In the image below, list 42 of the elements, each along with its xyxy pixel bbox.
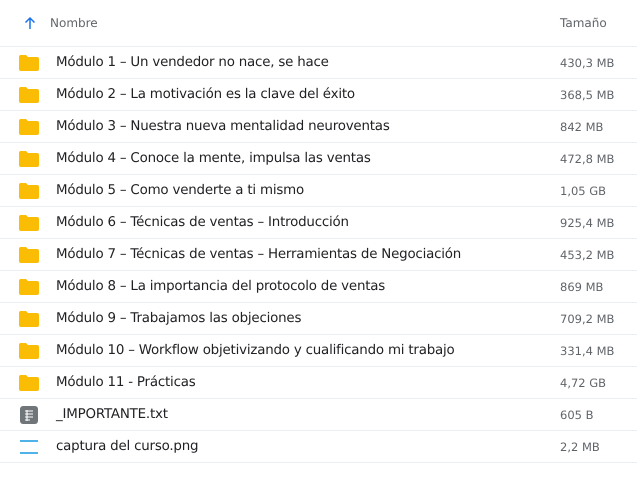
folder-icon: [19, 150, 39, 166]
file-name[interactable]: Módulo 3 – Nuestra nueva mentalidad neuroventas: [56, 119, 560, 134]
file-size: 430,3 MB: [560, 56, 616, 70]
file-name[interactable]: Módulo 7 – Técnicas de ventas – Herramientas de Negociación: [56, 247, 560, 262]
image-file-icon: [19, 440, 39, 454]
file-name[interactable]: Módulo 8 – La importancia del protocolo de ventas: [56, 279, 560, 294]
folder-icon: [19, 374, 39, 390]
text-file-icon: [19, 406, 39, 424]
file-name[interactable]: Módulo 4 – Conoce la mente, impulsa las ventas: [56, 151, 560, 166]
file-name[interactable]: Módulo 1 – Un vendedor no nace, se hace: [56, 55, 560, 70]
file-name[interactable]: Módulo 10 – Workflow objetivizando y cualificando mi trabajo: [56, 343, 560, 358]
file-size: 472,8 MB: [560, 152, 616, 166]
file-name[interactable]: Módulo 2 – La motivación es la clave del éxito: [56, 87, 560, 102]
file-name[interactable]: Módulo 5 – Como venderte a ti mismo: [56, 183, 560, 198]
file-size: 4,72 GB: [560, 376, 608, 390]
file-name[interactable]: _IMPORTANTE.txt: [56, 407, 560, 422]
file-size: 869 MB: [560, 280, 604, 294]
folder-icon: [19, 86, 39, 102]
folder-icon: [19, 214, 39, 230]
folder-icon: [19, 54, 39, 70]
folder-icon: [19, 278, 39, 294]
folder-icon: [19, 310, 39, 326]
folder-icon: [19, 118, 39, 134]
column-header[interactable]: Nombre: [50, 16, 560, 30]
sort-arrow-icon[interactable]: [24, 16, 36, 30]
file-name[interactable]: Módulo 11 - Prácticas: [56, 375, 560, 390]
file-size: 1,05 GB: [560, 184, 608, 198]
file-size: 2,2 MB: [560, 440, 601, 454]
column-header[interactable]: Tamaño: [560, 16, 637, 30]
file-name[interactable]: Módulo 9 – Trabajamos las objeciones: [56, 311, 560, 326]
file-size: 605 B: [560, 408, 594, 422]
folder-icon: [19, 342, 39, 358]
file-size: 709,2 MB: [560, 312, 616, 326]
file-size: 453,2 MB: [560, 248, 616, 262]
file-name[interactable]: captura del curso.png: [56, 439, 560, 454]
file-size: 842 MB: [560, 120, 604, 134]
file-name[interactable]: Módulo 6 – Técnicas de ventas – Introducción: [56, 215, 560, 230]
folder-icon: [19, 246, 39, 262]
file-size: 368,5 MB: [560, 88, 616, 102]
file-size: 331,4 MB: [560, 344, 616, 358]
folder-icon: [19, 182, 39, 198]
file-size: 925,4 MB: [560, 216, 616, 230]
